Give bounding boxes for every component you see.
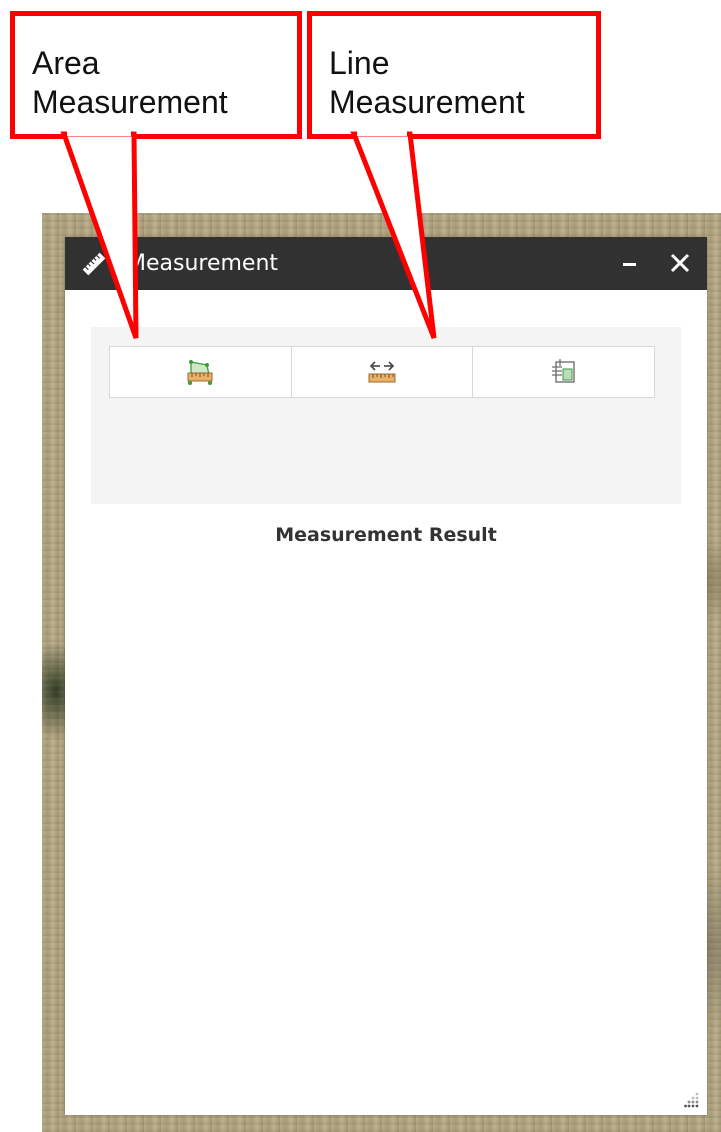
widget-title: Measurement [127,251,279,276]
location-measurement-button[interactable] [473,347,655,397]
measurement-result-label: Measurement Result [275,524,497,546]
screenshot-stage: Measurement Measurement Result Area Meas… [0,0,721,1132]
measurement-tool-buttons [109,346,655,398]
minimize-button[interactable] [617,249,643,277]
widget-titlebar[interactable]: Measurement [65,237,707,290]
line-callout-text: Line Measurement [329,45,525,120]
close-icon [670,253,690,273]
resize-grip-icon[interactable] [684,1091,700,1109]
measurement-tool-area [91,327,681,504]
line-measurement-button[interactable] [291,347,474,397]
area-measurement-callout: Area Measurement [10,11,302,139]
line-measurement-callout: Line Measurement [307,11,601,139]
close-button[interactable] [666,249,696,279]
area-ruler-icon [187,360,213,385]
area-measurement-button[interactable] [110,347,292,397]
location-grid-icon [551,359,575,383]
distance-ruler-icon [368,361,396,383]
ruler-icon [81,251,107,277]
measurement-widget-panel: Measurement Measurement Result [65,237,707,1115]
area-callout-text: Area Measurement [32,45,228,120]
